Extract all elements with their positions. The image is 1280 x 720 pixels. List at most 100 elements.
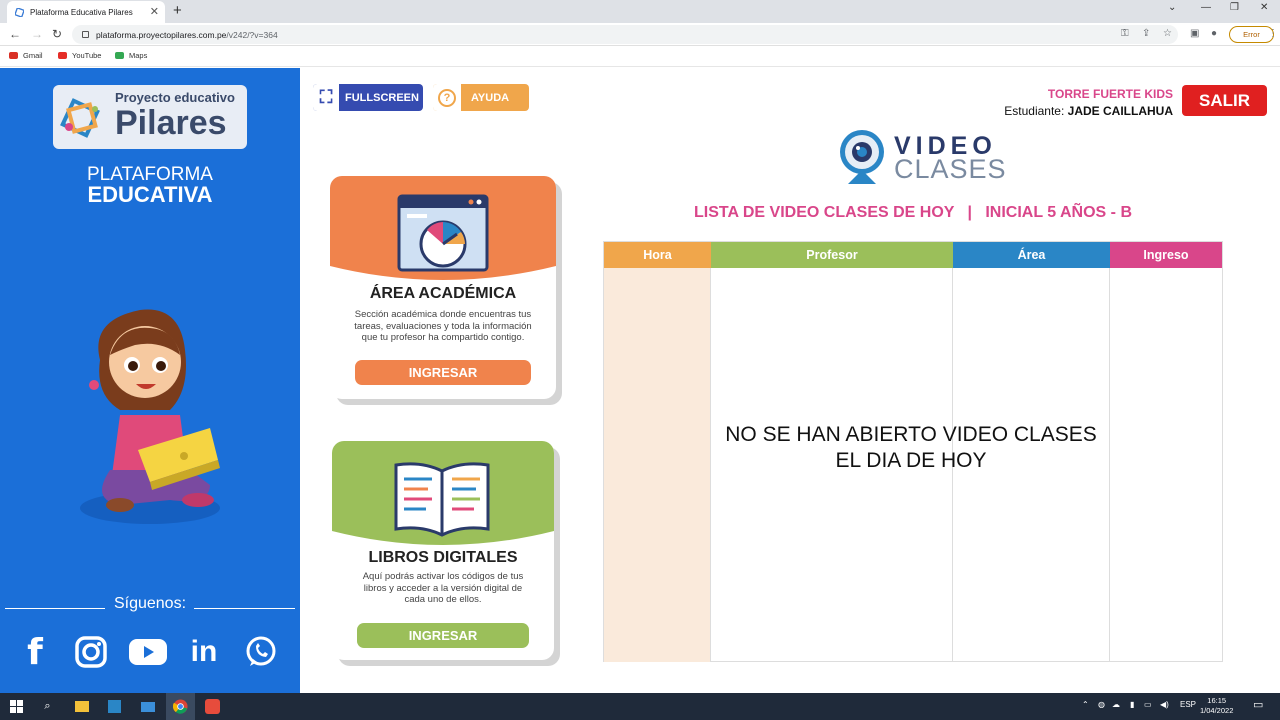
language-indicator[interactable]: ESP [1180,700,1196,709]
chrome-icon[interactable] [172,698,189,715]
lock-icon [82,31,89,38]
list-title: LISTA DE VIDEO CLASES DE HOY | INICIAL 5… [693,204,1132,221]
bookmarks-bar: Gmail YouTube Maps [0,46,1280,67]
column-header-profesor: Profesor [711,242,953,268]
side-panel-icon[interactable]: ▣ [1190,28,1199,39]
sidebar: Proyecto educativo Pilares PLATAFORMA ED… [0,68,300,693]
minimize-icon[interactable]: — [1201,2,1211,13]
new-tab-button[interactable]: + [173,2,182,19]
student-name: JADE CAILLAHUA [1067,104,1173,118]
tray-app-icon[interactable]: ◍ [1098,700,1105,709]
restore-icon[interactable]: ❐ [1230,2,1239,13]
help-button[interactable]: ? AYUDA [433,84,529,111]
divider-right [194,608,295,609]
profile-icon[interactable]: ● [1211,28,1217,39]
books-card-description: Aquí podrás activar los códigos de tus l… [362,571,524,605]
academic-card-description: Sección académica donde encuentras tus t… [354,309,532,343]
pilares-logo[interactable]: Proyecto educativo Pilares [53,85,247,149]
app-icon[interactable] [204,698,221,715]
youtube-icon [58,52,67,59]
notifications-icon[interactable]: ▭ [1253,698,1263,711]
bookmark-gmail[interactable]: Gmail [9,51,43,60]
bookmark-star-icon[interactable]: ☆ [1163,28,1172,39]
academic-enter-button[interactable]: INGRESAR [355,360,531,385]
academic-card-title: ÁREA ACADÉMICA [369,285,517,302]
empty-table-message: NO SE HAN ABIERTO VIDEO CLASES EL DIA DE… [603,422,1219,474]
gmail-icon [9,52,18,59]
clock-date: 1/04/2022 [1200,706,1234,715]
column-header-hora: Hora [604,242,711,268]
digital-books-card: LIBROS DIGITALES Aquí podrás activar los… [332,441,554,660]
dashboard-gauge-icon [397,194,489,272]
bookmark-youtube[interactable]: YouTube [58,51,101,60]
bookmark-label: Maps [129,51,148,60]
tab-close-icon[interactable]: ✕ [150,5,159,18]
window-close-icon[interactable]: ✕ [1260,2,1268,13]
facebook-icon[interactable]: f [17,632,53,673]
instagram-icon[interactable] [73,634,109,670]
empty-message-line1: NO SE HAN ABIERTO VIDEO CLASES [725,423,1097,446]
linkedin-icon[interactable]: in [186,634,222,670]
file-explorer-icon[interactable] [73,698,90,715]
microphone-icon[interactable]: ▮ [1130,700,1134,709]
logout-button[interactable]: SALIR [1182,85,1267,116]
pilares-logo-icon [60,98,100,138]
maps-icon [115,52,124,59]
books-card-title: LIBROS DIGITALES [368,549,518,566]
webcam-icon [840,130,884,184]
bookmark-label: YouTube [72,51,102,60]
address-bar-row: ← → ↻ plataforma.proyectopilares.com.pe /… [0,23,1280,46]
academic-area-card: ÁREA ACADÉMICA Sección académica donde e… [330,176,556,399]
windows-taskbar: ⌕ ⌃ ◍ ☁ ▮ ▭ ◀) ESP 16:15 1/04/2022 ▭ [0,693,1280,720]
url-host: plataforma.proyectopilares.com.pe [96,29,227,40]
video-clases-logo: VIDEO CLASES [838,126,1018,190]
clock-time: 16:15 [1207,696,1227,705]
mail-icon[interactable] [139,698,156,715]
books-enter-button[interactable]: INGRESAR [357,623,529,648]
girl-with-laptop-illustration [80,309,220,524]
help-icon: ? [433,84,461,111]
tab-search-icon[interactable]: ⌄ [1168,2,1176,13]
clock[interactable]: 16:15 1/04/2022 [1200,696,1233,716]
youtube-social-icon[interactable] [128,634,168,670]
logo-big-text: Pilares [115,104,227,142]
menu-dots-icon[interactable]: ⋮ [1268,28,1278,39]
key-icon[interactable]: ⚿ [1121,28,1129,39]
forward-icon[interactable]: → [31,27,43,41]
back-icon[interactable]: ← [9,27,21,41]
empty-message-line2: EL DIA DE HOY [835,449,987,472]
volume-icon[interactable]: ◀) [1160,700,1169,709]
search-icon[interactable]: ⌕ [39,698,56,715]
column-header-ingreso: Ingreso [1110,242,1222,268]
fullscreen-button[interactable]: ⛶ FULLSCREEN [313,84,423,111]
onedrive-icon[interactable]: ☁ [1112,700,1120,709]
reload-icon[interactable]: ↻ [52,27,62,41]
windows-start-icon[interactable] [8,698,25,715]
url-input[interactable]: plataforma.proyectopilares.com.pe/v242/?… [72,25,1178,44]
browser-tab-strip: Plataforma Educativa Pilares ✕ + ⌄ — ❐ ✕ [0,0,1280,23]
tray-overflow-icon[interactable]: ⌃ [1082,700,1089,709]
help-label: AYUDA [471,91,510,104]
fullscreen-icon: ⛶ [313,84,339,111]
network-icon[interactable]: ▭ [1144,700,1152,709]
store-icon[interactable] [106,698,123,715]
browser-tab[interactable]: Plataforma Educativa Pilares ✕ [7,1,165,23]
url-path: /v242/?v=364 [226,29,278,40]
bookmark-label: Gmail [23,51,43,60]
fullscreen-label: FULLSCREEN [345,91,419,104]
platform-label-2: EDUCATIVA [87,182,213,207]
school-name: TORRE FUERTE KIDS [1047,87,1173,101]
tab-title: Plataforma Educativa Pilares [30,7,133,17]
column-header-area: Área [953,242,1110,268]
whatsapp-icon[interactable] [243,634,279,670]
profile-error-label: Error [1243,30,1260,39]
video-clases-line2: CLASES [894,154,1007,184]
bookmark-maps[interactable]: Maps [115,51,147,60]
site-favicon-icon [15,7,24,17]
share-icon[interactable]: ⇪ [1142,28,1150,39]
follow-us-label: Síguenos: [113,595,187,612]
student-prefix: Estudiante: [1004,104,1065,118]
open-book-icon [394,462,490,537]
logo-small-text: Proyecto educativo [115,90,235,105]
student-info: Estudiante: JADE CAILLAHUA [1004,104,1173,118]
